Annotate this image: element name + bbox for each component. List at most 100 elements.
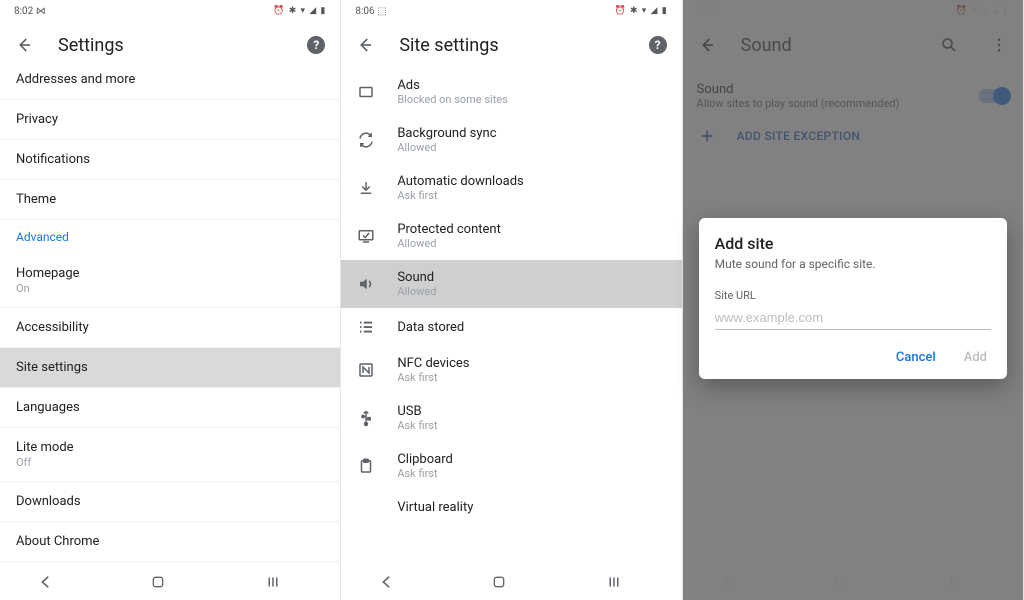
settings-row-title: Languages (16, 400, 324, 415)
site-setting-title: Sound (397, 270, 436, 285)
site-setting-row[interactable]: SoundAllowed (341, 260, 681, 308)
site-setting-row[interactable]: ClipboardAsk first (341, 442, 681, 490)
site-setting-subtitle: Blocked on some sites (397, 93, 508, 106)
site-url-input[interactable] (715, 306, 991, 330)
status-icons: ⏰ ✱ ▾ ◢ ▮ (615, 6, 668, 16)
android-nav-bar (0, 564, 340, 600)
site-setting-title: NFC devices (397, 356, 469, 371)
site-setting-row[interactable]: USBAsk first (341, 394, 681, 442)
nav-home[interactable] (491, 574, 531, 590)
settings-row[interactable]: HomepageOn (0, 254, 340, 308)
settings-row-title: Lite mode (16, 440, 324, 455)
settings-row[interactable]: Downloads (0, 482, 340, 522)
site-setting-title: USB (397, 404, 437, 419)
site-setting-row[interactable]: Protected contentAllowed (341, 212, 681, 260)
help-icon: ? (649, 36, 667, 54)
nav-back[interactable] (378, 573, 418, 591)
site-setting-subtitle: Ask first (397, 189, 523, 202)
nfc-icon (355, 361, 377, 379)
settings-row[interactable]: Addresses and more (0, 68, 340, 100)
settings-row-title: Theme (16, 192, 324, 207)
settings-row[interactable]: Privacy (0, 100, 340, 140)
list-icon (355, 318, 377, 336)
site-setting-title: Ads (397, 78, 508, 93)
site-setting-title: Background sync (397, 126, 496, 141)
dialog-title: Add site (715, 234, 991, 253)
arrow-back-icon (15, 36, 33, 54)
status-icons: ⏰ ✱ ▾ ◢ ▮ (273, 6, 326, 16)
tv-check-icon (355, 227, 377, 245)
settings-row[interactable]: Accessibility (0, 308, 340, 348)
nav-home[interactable] (150, 574, 190, 590)
site-setting-row[interactable]: Background syncAllowed (341, 116, 681, 164)
settings-row-subtitle: On (16, 282, 324, 295)
nav-recent[interactable] (605, 573, 645, 591)
site-settings-list: AdsBlocked on some sitesBackground syncA… (341, 68, 681, 564)
app-bar: Settings ? (0, 22, 340, 68)
app-bar: Site settings ? (341, 22, 681, 68)
settings-row-title: Site settings (16, 360, 324, 375)
settings-row-title: Homepage (16, 266, 324, 281)
sound-screen: 8:05 ⏰ ✱ ▾ ◢ ▮ Sound Sound Allow sites t… (683, 0, 1024, 600)
settings-row[interactable]: Languages (0, 388, 340, 428)
settings-row-title: About Chrome (16, 534, 324, 549)
site-setting-title: Automatic downloads (397, 174, 523, 189)
site-url-label: Site URL (715, 289, 991, 302)
site-setting-subtitle: Allowed (397, 141, 496, 154)
settings-row-title: Addresses and more (16, 72, 324, 87)
clipboard-icon (355, 457, 377, 475)
settings-row-subtitle: Off (16, 456, 324, 469)
site-setting-title: Protected content (397, 222, 501, 237)
site-setting-subtitle: Allowed (397, 237, 501, 250)
status-bar: 8:02 ⋈ ⏰ ✱ ▾ ◢ ▮ (0, 0, 340, 22)
page-title: Site settings (399, 35, 623, 56)
settings-row[interactable]: Theme (0, 180, 340, 220)
site-setting-title: Clipboard (397, 452, 453, 467)
site-setting-subtitle: Ask first (397, 419, 437, 432)
add-site-dialog: Add site Mute sound for a specific site.… (699, 218, 1007, 379)
rect-icon (355, 83, 377, 101)
site-setting-row[interactable]: Automatic downloadsAsk first (341, 164, 681, 212)
site-setting-subtitle: Ask first (397, 467, 453, 480)
help-icon: ? (307, 36, 325, 54)
site-setting-row[interactable]: Data stored (341, 308, 681, 346)
settings-screen: 8:02 ⋈ ⏰ ✱ ▾ ◢ ▮ Settings ? Addresses an… (0, 0, 341, 600)
help-button[interactable]: ? (300, 29, 332, 61)
settings-list: Addresses and more Privacy Notifications Th… (0, 68, 340, 564)
site-setting-title: Virtual reality (397, 500, 473, 515)
dialog-subtitle: Mute sound for a specific site. (715, 257, 991, 271)
help-button[interactable]: ? (642, 29, 674, 61)
sync-icon (355, 131, 377, 149)
nav-back[interactable] (37, 573, 77, 591)
android-nav-bar (341, 564, 681, 600)
usb-icon (355, 409, 377, 427)
site-setting-row[interactable]: AdsBlocked on some sites (341, 68, 681, 116)
settings-row[interactable]: Lite modeOff (0, 428, 340, 482)
site-setting-subtitle: Allowed (397, 285, 436, 298)
download-icon (355, 179, 377, 197)
settings-row-title: Accessibility (16, 320, 324, 335)
status-bar: 8:06 ⬚ ⏰ ✱ ▾ ◢ ▮ (341, 0, 681, 22)
settings-row[interactable]: About Chrome (0, 522, 340, 562)
status-time: 8:06 ⬚ (355, 6, 386, 17)
status-time: 8:02 ⋈ (14, 6, 46, 17)
site-settings-screen: 8:06 ⬚ ⏰ ✱ ▾ ◢ ▮ Site settings ? AdsBloc… (341, 0, 682, 600)
nav-recent[interactable] (264, 573, 304, 591)
settings-row-title: Downloads (16, 494, 324, 509)
arrow-back-icon (356, 36, 374, 54)
back-button[interactable] (349, 29, 381, 61)
settings-row-title: Privacy (16, 112, 324, 127)
site-setting-title: Data stored (397, 320, 464, 335)
add-button[interactable]: Add (960, 344, 991, 371)
cancel-button[interactable]: Cancel (892, 344, 940, 371)
site-setting-row[interactable]: NFC devicesAsk first (341, 346, 681, 394)
settings-row-title: Notifications (16, 152, 324, 167)
site-setting-row[interactable]: Virtual reality (341, 490, 681, 525)
section-label-advanced: Advanced (0, 220, 340, 254)
page-title: Settings (58, 35, 282, 56)
settings-row[interactable]: Notifications (0, 140, 340, 180)
back-button[interactable] (8, 29, 40, 61)
volume-icon (355, 275, 377, 293)
settings-row[interactable]: Site settings (0, 348, 340, 388)
site-setting-subtitle: Ask first (397, 371, 469, 384)
